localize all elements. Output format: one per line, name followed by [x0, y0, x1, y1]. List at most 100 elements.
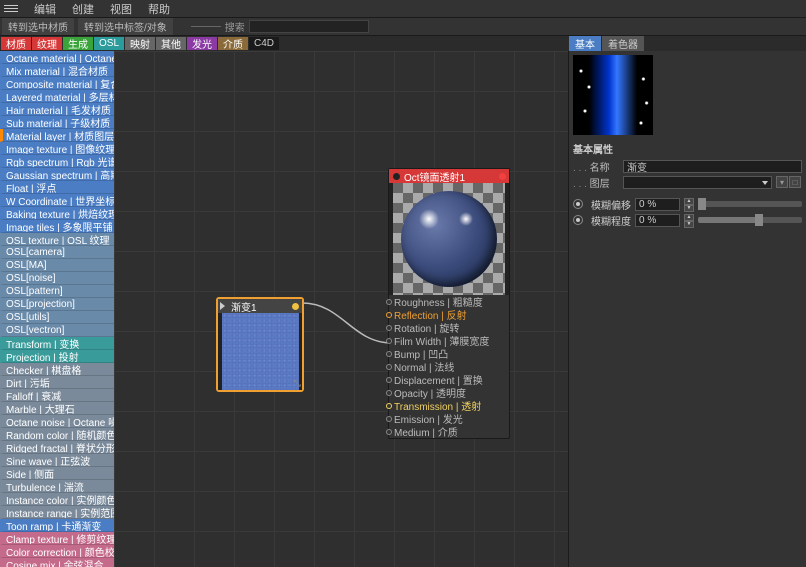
material-thumbnail	[573, 55, 653, 135]
layer-btn-1[interactable]: ▾	[776, 176, 788, 188]
category-tag-1[interactable]: 纹理	[32, 37, 62, 50]
palette-item-28[interactable]: Octane noise | Octane 噪波	[0, 415, 114, 428]
blur-degree-slider[interactable]	[698, 217, 802, 223]
palette-item-12[interactable]: Baking texture | 烘焙纹理	[0, 207, 114, 220]
menu-item-view[interactable]: 视图	[102, 1, 140, 17]
palette-item-5[interactable]: Sub material | 子级材质	[0, 116, 114, 129]
palette-item-14[interactable]: OSL texture | OSL 纹理	[0, 233, 114, 246]
palette-item-32[interactable]: Side | 侧面	[0, 467, 114, 480]
palette-item-18[interactable]: OSL[pattern]	[0, 285, 114, 298]
palette-item-30[interactable]: Ridged fractal | 脊状分形	[0, 441, 114, 454]
port-socket-icon[interactable]	[386, 299, 392, 305]
palette-item-35[interactable]: Instance range | 实例范围	[0, 506, 114, 519]
toolbar: 转到选中材质 转到选中标签/对象 搜索	[0, 18, 806, 36]
palette-item-37[interactable]: Clamp texture | 修剪纹理	[0, 532, 114, 545]
port-socket-icon[interactable]	[386, 364, 392, 370]
palette-item-39[interactable]: Cosine mix | 余弦混合	[0, 558, 114, 567]
palette-item-36[interactable]: Toon ramp | 卡通渐变	[0, 519, 114, 532]
category-tag-2[interactable]: 生成	[63, 37, 93, 50]
palette-item-26[interactable]: Falloff | 衰减	[0, 389, 114, 402]
port-socket-icon[interactable]	[386, 390, 392, 396]
palette-item-33[interactable]: Turbulence | 湍流	[0, 480, 114, 493]
palette-item-29[interactable]: Random color | 随机颜色	[0, 428, 114, 441]
right-tab-0[interactable]: 基本	[569, 36, 601, 51]
prop-layer-select[interactable]	[623, 176, 772, 189]
blur-offset-radio[interactable]	[573, 199, 583, 209]
blur-offset-spinner[interactable]: ▲▼	[684, 198, 694, 211]
connection-wire	[302, 301, 392, 351]
blur-degree-label: 模糊程度	[591, 213, 631, 228]
prop-name-input[interactable]	[623, 160, 802, 173]
right-tab-1[interactable]: 着色器	[602, 36, 644, 51]
layer-btn-2[interactable]: □	[789, 176, 801, 188]
node-title: 渐变1	[231, 299, 257, 314]
palette-item-2[interactable]: Composite material | 复合材质	[0, 77, 114, 90]
goto-material-button[interactable]: 转到选中材质	[2, 18, 74, 35]
goto-tag-button[interactable]: 转到选中标签/对象	[78, 18, 173, 35]
node-header[interactable]: Oct镜面透射1	[389, 169, 509, 183]
node-title: Oct镜面透射1	[404, 169, 465, 184]
palette-item-6[interactable]: Material layer | 材质图层	[0, 129, 114, 142]
palette-item-24[interactable]: Checker | 棋盘格	[0, 363, 114, 376]
node-header[interactable]: 渐变1	[218, 299, 302, 313]
category-tag-4[interactable]: 映射	[125, 37, 155, 50]
palette-item-8[interactable]: Rgb spectrum | Rgb 光谱	[0, 155, 114, 168]
port-socket-icon[interactable]	[386, 429, 392, 435]
blur-degree-input[interactable]	[635, 214, 680, 227]
palette-item-3[interactable]: Layered material | 多层材质	[0, 90, 114, 103]
port-socket-icon[interactable]	[386, 377, 392, 383]
category-tag-7[interactable]: 介质	[218, 37, 248, 50]
palette-item-21[interactable]: OSL[vectron]	[0, 324, 114, 337]
palette-item-16[interactable]: OSL[MA]	[0, 259, 114, 272]
category-tag-8[interactable]: C4D	[249, 37, 279, 50]
palette-item-1[interactable]: Mix material | 混合材质	[0, 64, 114, 77]
menu-item-help[interactable]: 帮助	[140, 1, 178, 17]
palette-item-27[interactable]: Marble | 大理石	[0, 402, 114, 415]
output-port-icon[interactable]	[292, 303, 299, 310]
category-tag-3[interactable]: OSL	[94, 37, 124, 50]
blur-offset-input[interactable]	[635, 198, 680, 211]
node-graph-canvas[interactable]: 渐变1 ⤡ Oct镜面透射1 Roughness | 粗糙度Reflection…	[114, 51, 568, 567]
palette-item-13[interactable]: Image tiles | 多象限平铺	[0, 220, 114, 233]
port-socket-icon[interactable]	[386, 338, 392, 344]
palette-item-31[interactable]: Sine wave | 正弦波	[0, 454, 114, 467]
category-tag-0[interactable]: 材质	[1, 37, 31, 50]
palette-item-11[interactable]: W Coordinate | 世界坐标	[0, 194, 114, 207]
palette-item-34[interactable]: Instance color | 实例颜色	[0, 493, 114, 506]
palette-item-22[interactable]: Transform | 变换	[0, 337, 114, 350]
port-10[interactable]: Medium | 介质	[389, 425, 509, 438]
blur-degree-spinner[interactable]: ▲▼	[684, 214, 694, 227]
search-input[interactable]	[249, 20, 369, 33]
palette-item-9[interactable]: Gaussian spectrum | 高斯光谱	[0, 168, 114, 181]
resize-handle-icon[interactable]: ⤡	[294, 378, 301, 389]
node-oct-specular[interactable]: Oct镜面透射1 Roughness | 粗糙度Reflection | 反射R…	[388, 168, 510, 439]
palette-item-10[interactable]: Float | 浮点	[0, 181, 114, 194]
port-socket-icon[interactable]	[386, 325, 392, 331]
menu-item-edit[interactable]: 编辑	[26, 1, 64, 17]
palette-item-38[interactable]: Color correction | 颜色校正	[0, 545, 114, 558]
palette-item-0[interactable]: Octane material | Octane 材质	[0, 51, 114, 64]
menu-item-create[interactable]: 创建	[64, 1, 102, 17]
palette-item-17[interactable]: OSL[noise]	[0, 272, 114, 285]
palette-item-20[interactable]: OSL[utils]	[0, 311, 114, 324]
palette-item-23[interactable]: Projection | 投射	[0, 350, 114, 363]
category-tag-6[interactable]: 发光	[187, 37, 217, 50]
blur-offset-slider[interactable]	[698, 201, 802, 207]
node-gradient[interactable]: 渐变1 ⤡	[217, 298, 303, 391]
output-port-icon[interactable]	[499, 173, 506, 180]
node-palette[interactable]: Octane material | Octane 材质Mix material …	[0, 51, 114, 567]
hamburger-icon[interactable]	[4, 5, 18, 12]
palette-item-25[interactable]: Dirt | 污垢	[0, 376, 114, 389]
palette-item-19[interactable]: OSL[projection]	[0, 298, 114, 311]
palette-item-15[interactable]: OSL[camera]	[0, 246, 114, 259]
port-socket-icon[interactable]	[386, 312, 392, 318]
category-tag-5[interactable]: 其他	[156, 37, 186, 50]
port-socket-icon[interactable]	[386, 351, 392, 357]
collapse-icon[interactable]	[220, 302, 225, 310]
blur-degree-radio[interactable]	[573, 215, 583, 225]
input-port-icon[interactable]	[393, 173, 400, 180]
palette-item-7[interactable]: Image texture | 图像纹理	[0, 142, 114, 155]
port-socket-icon[interactable]	[386, 403, 392, 409]
palette-item-4[interactable]: Hair material | 毛发材质	[0, 103, 114, 116]
port-socket-icon[interactable]	[386, 416, 392, 422]
